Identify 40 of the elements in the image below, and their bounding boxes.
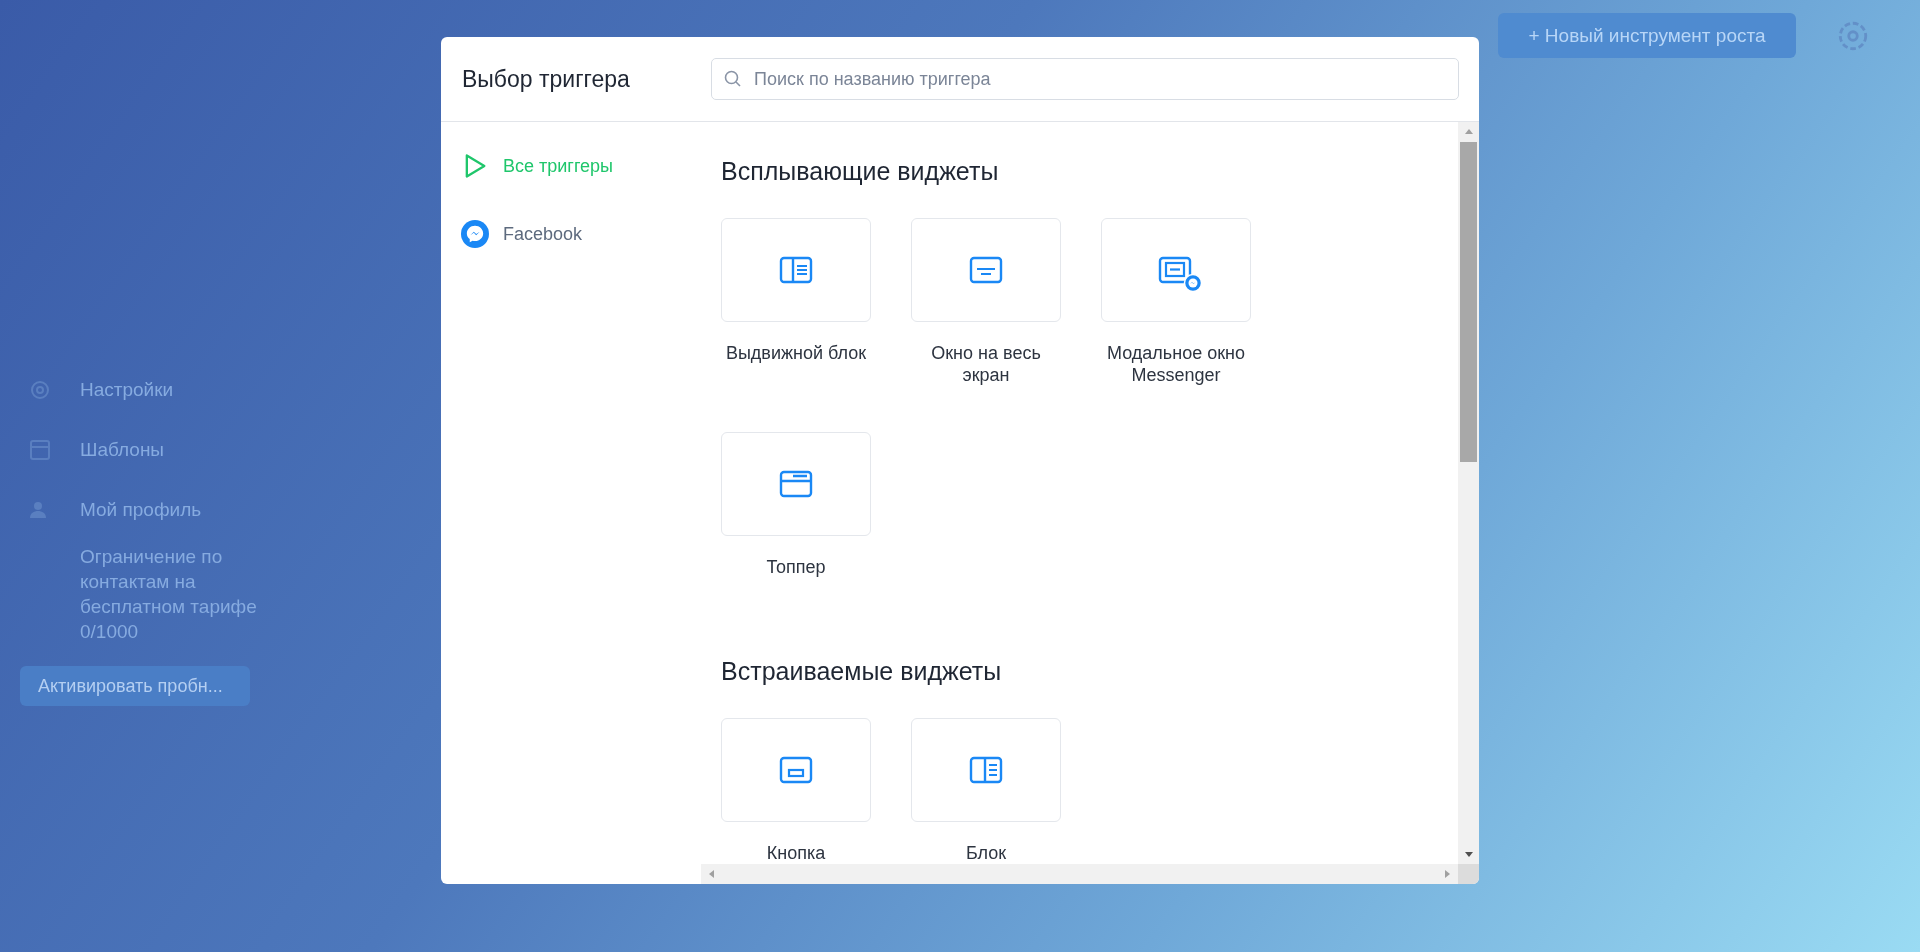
left-arrow-icon[interactable] xyxy=(707,869,717,879)
sidebar-item[interactable]: Шаблоны xyxy=(80,439,165,461)
panel-icon xyxy=(969,756,1003,784)
sidebar-item[interactable]: Настройки xyxy=(80,379,174,401)
trial-button[interactable]: Активировать пробн... xyxy=(20,666,250,706)
template-icon xyxy=(28,438,52,462)
search-field[interactable]: Поиск по названию триггера xyxy=(711,58,1459,100)
messenger-window-icon xyxy=(1158,256,1202,292)
widget-card[interactable] xyxy=(911,718,1061,822)
right-arrow-icon[interactable] xyxy=(1442,869,1452,879)
down-arrow-icon[interactable] xyxy=(1463,849,1474,859)
nav-item[interactable]: Все триггеры xyxy=(461,152,614,180)
gear-icon xyxy=(28,378,52,402)
widget-label: Выдвижной блок xyxy=(724,342,868,364)
dialog-title: Выбор триггера xyxy=(462,65,631,93)
search-icon xyxy=(723,69,743,89)
section-heading: Встраиваемые виджеты xyxy=(721,656,1002,686)
widget-label: Топпер xyxy=(765,556,827,578)
messenger-icon xyxy=(461,220,489,248)
widget-label: Окно на весь экран xyxy=(930,342,1042,386)
limit-count: 0/1000 xyxy=(80,620,140,644)
vertical-scrollbar[interactable] xyxy=(1458,122,1479,864)
widget-label: Блок xyxy=(964,842,1008,864)
panel-icon xyxy=(779,256,813,284)
nav-item[interactable]: Facebook xyxy=(461,220,583,248)
window-icon xyxy=(969,256,1003,284)
widget-card[interactable] xyxy=(1101,218,1251,322)
up-arrow-icon[interactable] xyxy=(1463,127,1474,137)
horizontal-scrollbar[interactable] xyxy=(701,864,1458,884)
new-tool-button[interactable]: + Новый инструмент роста xyxy=(1498,13,1796,58)
widget-label: Кнопка xyxy=(765,842,827,864)
topper-icon xyxy=(779,470,813,498)
section-heading: Всплывающие виджеты xyxy=(721,156,999,186)
button-icon xyxy=(779,756,813,784)
limit-note: Ограничение по контактам на бесплатном тарифе xyxy=(80,545,258,619)
scrollbar-corner xyxy=(1458,864,1479,884)
widget-label: Модальное окно Messenger xyxy=(1106,342,1246,386)
widget-card[interactable] xyxy=(721,218,871,322)
sidebar-item[interactable]: Мой профиль xyxy=(80,499,202,521)
scroll-thumb[interactable] xyxy=(1460,142,1477,462)
